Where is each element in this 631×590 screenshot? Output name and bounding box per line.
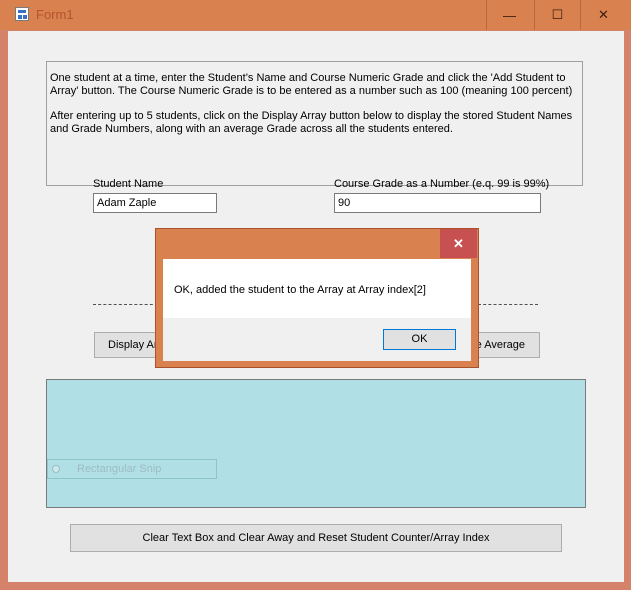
- divider-right: [478, 304, 538, 305]
- grade-input[interactable]: 90: [334, 193, 541, 213]
- dialog-message: OK, added the student to the Array at Ar…: [174, 284, 426, 296]
- instructions-paragraph-1: One student at a time, enter the Student…: [50, 72, 573, 97]
- minimize-button[interactable]: —: [487, 0, 532, 30]
- snip-label: Rectangular Snip: [77, 463, 162, 475]
- dialog-body: OK, added the student to the Array at Ar…: [163, 259, 471, 318]
- divider-left: [93, 304, 158, 305]
- maximize-button[interactable]: ☐: [535, 0, 580, 30]
- app-icon[interactable]: [15, 7, 29, 21]
- clear-reset-button[interactable]: Clear Text Box and Clear Away and Reset …: [70, 524, 562, 552]
- rectangular-snip-overlay[interactable]: Rectangular Snip: [47, 459, 217, 479]
- title-bar: Form1 — ☐ ✕: [0, 0, 631, 30]
- output-display-area: Rectangular Snip: [46, 379, 586, 508]
- dialog-footer: OK: [163, 318, 471, 361]
- snip-radio-icon: [52, 465, 60, 473]
- ok-button[interactable]: OK: [383, 329, 456, 350]
- instructions-paragraph-2: After entering up to 5 students, click o…: [50, 110, 573, 135]
- message-dialog: ✕ OK, added the student to the Array at …: [155, 228, 479, 368]
- instructions-box: One student at a time, enter the Student…: [46, 61, 583, 186]
- grade-label: Course Grade as a Number (e.q. 99 is 99%…: [334, 178, 550, 190]
- window-title: Form1: [36, 7, 74, 22]
- dialog-close-button[interactable]: ✕: [440, 229, 477, 258]
- close-button[interactable]: ✕: [581, 0, 626, 30]
- student-name-label: Student Name: [93, 178, 164, 190]
- student-name-input[interactable]: Adam Zaple: [93, 193, 217, 213]
